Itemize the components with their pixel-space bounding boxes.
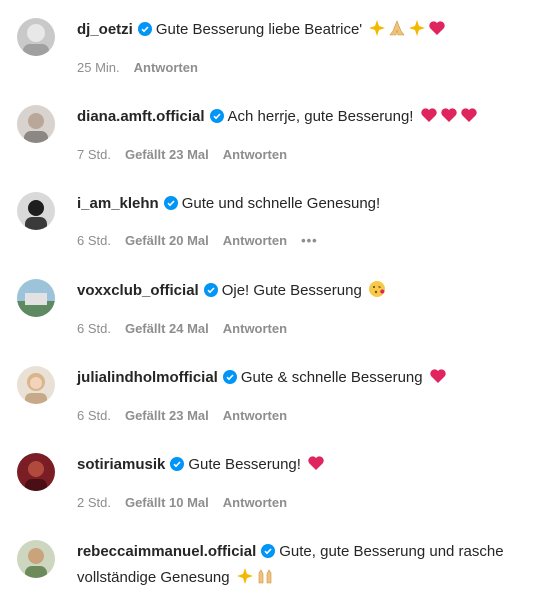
red-heart-icon [428,19,446,45]
comment-username[interactable]: diana.amft.official [77,108,205,125]
reply-button[interactable]: Antworten [223,408,287,423]
comment-time[interactable]: 2 Std. [77,495,111,510]
red-heart-icon [460,106,478,132]
avatar[interactable] [17,453,55,491]
sparkles-icon [408,19,426,45]
comment-username[interactable]: voxxclub_official [77,282,199,299]
comment-text: Gute & schnelle Besserung [240,369,423,386]
likes-count[interactable]: Gefällt 23 Mal [125,147,209,162]
reply-button[interactable]: Antworten [223,147,287,162]
reply-button[interactable]: Antworten [134,60,198,75]
raising-hands-icon [256,567,274,593]
comment-username[interactable]: rebeccaimmanuel.official [77,543,256,560]
comment-time[interactable]: 6 Std. [77,408,111,423]
reply-button[interactable]: Antworten [223,495,287,510]
comment-text: Gute und schnelle Genesung! [181,195,381,212]
avatar[interactable] [17,105,55,143]
likes-count[interactable]: Gefällt 24 Mal [125,321,209,336]
folded-hands-icon [388,19,406,45]
red-heart-icon [307,454,325,480]
kissing-face-icon [368,280,386,306]
reply-button[interactable]: Antworten [223,321,287,336]
red-heart-icon [440,106,458,132]
sparkles-icon [236,567,254,593]
comment-text: Gute Besserung! [188,456,301,473]
avatar[interactable] [17,192,55,230]
comment-time[interactable]: 6 Std. [77,321,111,336]
comment-time[interactable]: 25 Min. [77,60,120,75]
avatar[interactable] [17,540,55,578]
sparkles-icon [368,19,386,45]
comment-list: dj_oetzi Gute Besserung liebe Beatrice' 2… [0,0,558,604]
comment-username[interactable]: i_am_klehn [77,195,159,212]
comment-username[interactable]: dj_oetzi [77,21,133,38]
comment-text: Oje! Gute Besserung [221,282,362,299]
red-heart-icon [420,106,438,132]
likes-count[interactable]: Gefällt 10 Mal [125,495,209,510]
verified-badge-icon [137,20,152,44]
verified-badge-icon [261,542,276,566]
comment-time[interactable]: 6 Std. [77,233,111,248]
verified-badge-icon [209,107,224,131]
comment-text: Ach herrje, gute Besserung! [227,108,414,125]
likes-count[interactable]: Gefällt 23 Mal [125,408,209,423]
avatar[interactable] [17,18,55,56]
comment-time[interactable]: 7 Std. [77,147,111,162]
likes-count[interactable]: Gefällt 20 Mal [125,233,209,248]
reply-button[interactable]: Antworten [223,233,287,248]
comment-username[interactable]: sotiriamusik [77,456,165,473]
verified-badge-icon [203,281,218,305]
red-heart-icon [429,367,447,393]
verified-badge-icon [163,194,178,218]
verified-badge-icon [222,368,237,392]
comment-text: Gute Besserung liebe Beatrice' [155,21,363,38]
comment-username[interactable]: julialindholmofficial [77,369,218,386]
avatar[interactable] [17,366,55,404]
verified-badge-icon [170,455,185,479]
more-options-icon[interactable]: ••• [301,233,318,248]
avatar[interactable] [17,279,55,317]
